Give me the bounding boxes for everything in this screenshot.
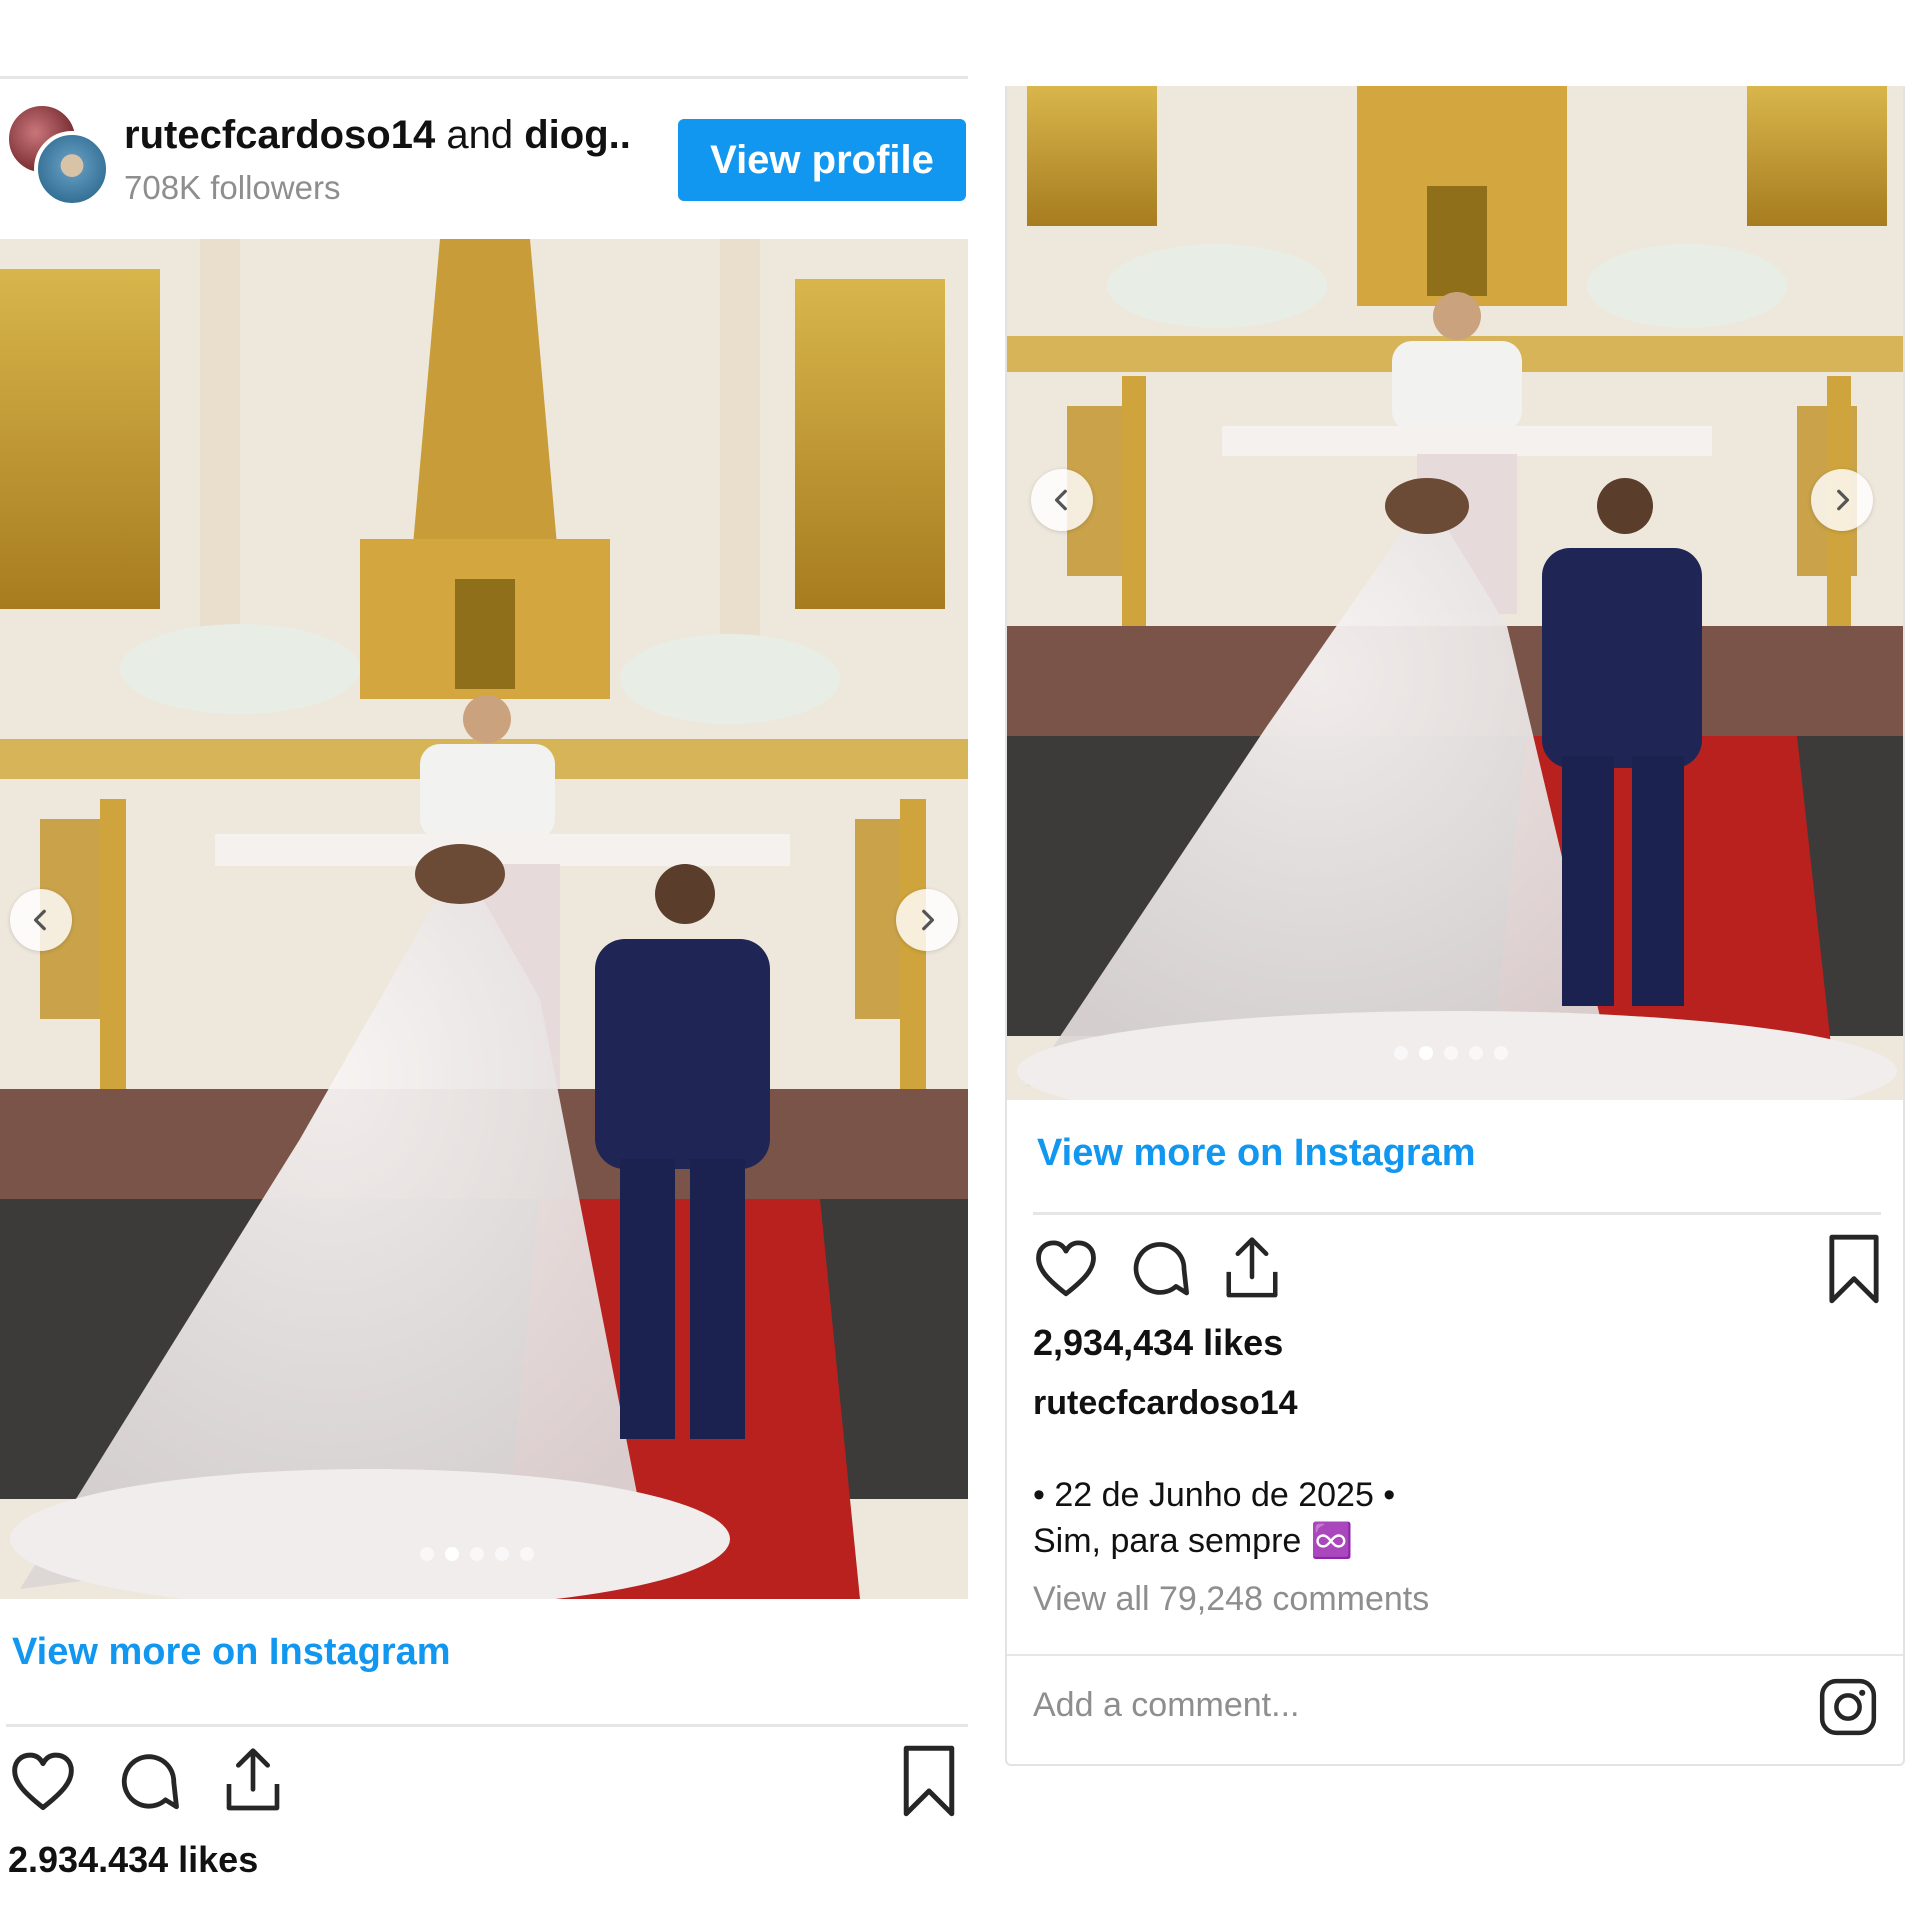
comment-button[interactable] bbox=[1125, 1234, 1195, 1304]
carousel-dot[interactable] bbox=[1394, 1046, 1408, 1060]
comment-icon bbox=[1133, 1242, 1189, 1296]
carousel-dot[interactable] bbox=[1444, 1046, 1458, 1060]
caption-line-date: • 22 de Junho de 2025 • bbox=[1033, 1476, 1396, 1514]
chevron-right-icon bbox=[922, 909, 935, 931]
and-text: and bbox=[446, 113, 514, 157]
caption-username[interactable]: rutecfcardoso14 bbox=[1033, 1384, 1298, 1423]
carousel-dot[interactable] bbox=[495, 1547, 509, 1561]
follower-count: 708K followers bbox=[124, 169, 341, 206]
carousel-dot[interactable] bbox=[520, 1547, 534, 1561]
like-count: 2.934.434 likes bbox=[8, 1839, 259, 1880]
instagram-logo-link[interactable] bbox=[1815, 1674, 1881, 1740]
chevron-left-icon bbox=[1054, 489, 1067, 511]
carousel-dot[interactable] bbox=[1469, 1046, 1483, 1060]
caption-line-text: Sim, para sempre ♾️ bbox=[1033, 1522, 1354, 1560]
right-instagram-embed: View more on Instagram 2,934,434 likes r… bbox=[1005, 86, 1905, 1766]
carousel-prev-button[interactable] bbox=[1031, 469, 1093, 531]
carousel-dot-active[interactable] bbox=[445, 1547, 459, 1561]
carousel-dot[interactable] bbox=[420, 1547, 434, 1561]
share-button[interactable] bbox=[1217, 1230, 1287, 1306]
carousel-next-button[interactable] bbox=[896, 889, 958, 951]
share-button[interactable] bbox=[216, 1741, 290, 1819]
save-button[interactable] bbox=[1823, 1230, 1885, 1308]
carousel-dot[interactable] bbox=[470, 1547, 484, 1561]
carousel-prev-button[interactable] bbox=[10, 889, 72, 951]
view-comments-link[interactable]: View all 79,248 comments bbox=[1033, 1580, 1429, 1619]
view-more-link[interactable]: View more on Instagram bbox=[12, 1631, 451, 1674]
username[interactable]: rutecfcardoso14 bbox=[124, 113, 435, 157]
like-button[interactable] bbox=[6, 1745, 80, 1819]
avatar-secondary bbox=[34, 131, 110, 207]
bookmark-icon bbox=[903, 1745, 955, 1817]
add-comment-input[interactable]: Add a comment... bbox=[1033, 1686, 1299, 1725]
heart-icon bbox=[1036, 1240, 1096, 1297]
carousel-dots bbox=[420, 1547, 534, 1561]
post-usernames[interactable]: rutecfcardoso14 and diog.. bbox=[124, 113, 631, 158]
heart-icon bbox=[12, 1752, 74, 1810]
divider bbox=[6, 1724, 968, 1727]
post-header: rutecfcardoso14 and diog.. 708K follower… bbox=[0, 79, 968, 239]
left-instagram-embed: rutecfcardoso14 and diog.. 708K follower… bbox=[0, 76, 968, 1920]
chevron-left-icon bbox=[33, 909, 46, 931]
carousel-dots bbox=[1394, 1046, 1508, 1060]
carousel-dot[interactable] bbox=[1494, 1046, 1508, 1060]
carousel-dot-active[interactable] bbox=[1419, 1046, 1433, 1060]
post-photo[interactable] bbox=[0, 239, 968, 1599]
instagram-icon bbox=[1819, 1678, 1877, 1736]
post-photo[interactable] bbox=[1007, 86, 1903, 1100]
divider bbox=[1007, 1654, 1903, 1656]
avatar[interactable] bbox=[6, 103, 110, 207]
view-profile-button[interactable]: View profile bbox=[678, 119, 966, 201]
coauthor-username[interactable]: diog.. bbox=[524, 113, 631, 157]
divider bbox=[1033, 1212, 1881, 1215]
wedding-photo-image bbox=[0, 239, 968, 1599]
bookmark-icon bbox=[1829, 1234, 1879, 1304]
save-button[interactable] bbox=[896, 1741, 962, 1821]
share-icon bbox=[1226, 1237, 1278, 1298]
comment-icon bbox=[121, 1754, 179, 1810]
wedding-photo-image bbox=[1007, 86, 1903, 1100]
chevron-right-icon bbox=[1837, 489, 1850, 511]
like-count: 2,934,434 likes bbox=[1033, 1322, 1284, 1363]
carousel-next-button[interactable] bbox=[1811, 469, 1873, 531]
share-icon bbox=[226, 1748, 280, 1811]
view-more-link[interactable]: View more on Instagram bbox=[1037, 1132, 1476, 1175]
like-button[interactable] bbox=[1031, 1234, 1101, 1304]
comment-button[interactable] bbox=[112, 1745, 186, 1819]
